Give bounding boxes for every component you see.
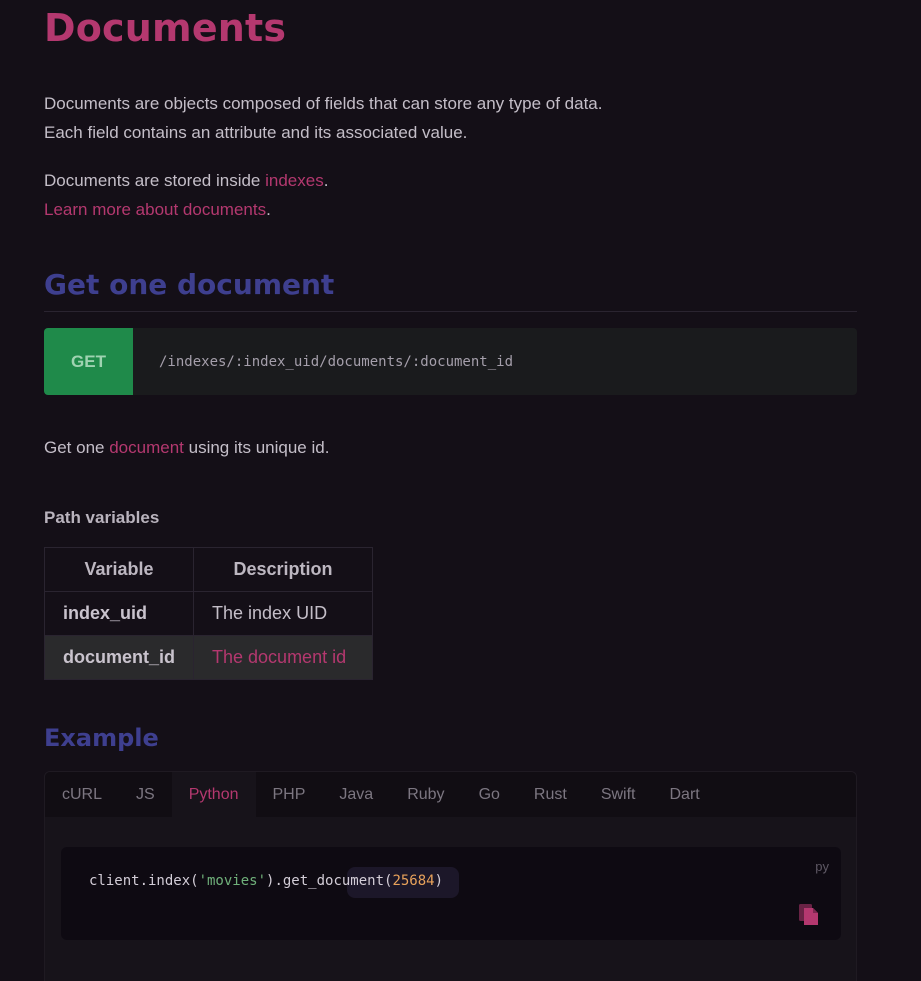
table-header-row: Variable Description bbox=[43, 547, 374, 592]
code-suffix: ) bbox=[434, 873, 444, 889]
description-cell: The index UID bbox=[193, 591, 374, 636]
code-number: 25684 bbox=[392, 873, 435, 889]
stored-prefix: Documents are stored inside bbox=[44, 171, 266, 190]
http-method-badge: GET bbox=[44, 328, 133, 395]
page-title: Documents bbox=[44, 6, 287, 50]
tab-curl[interactable]: cURL bbox=[45, 772, 119, 817]
code-string: 'movies' bbox=[198, 873, 267, 889]
tab-go[interactable]: Go bbox=[462, 772, 517, 817]
path-variables-table: Variable Description index_uid The index… bbox=[43, 547, 374, 680]
endpoint-bar: GET /indexes/:index_uid/documents/:docum… bbox=[44, 328, 857, 395]
code-middle: ).get_document( bbox=[266, 873, 393, 889]
get-one-heading: Get one document bbox=[44, 268, 335, 301]
desc-suffix: using its unique id. bbox=[183, 438, 330, 457]
column-header-description: Description bbox=[193, 547, 374, 592]
path-variables-heading: Path variables bbox=[44, 508, 160, 527]
code-block[interactable]: client.index('movies').get_document(2568… bbox=[61, 847, 841, 940]
intro-line-2: Each field contains an attribute and its… bbox=[44, 123, 468, 142]
get-one-description: Get one document using its unique id. bbox=[44, 433, 329, 462]
intro-line-1: Documents are objects composed of fields… bbox=[44, 94, 603, 113]
table-row: document_id The document id bbox=[43, 635, 374, 680]
copy-icon[interactable] bbox=[799, 901, 819, 925]
code-prefix: client.index( bbox=[89, 873, 199, 889]
example-heading: Example bbox=[44, 724, 159, 752]
stored-line: Documents are stored inside indexes. bbox=[44, 166, 328, 195]
code-line: client.index('movies').get_document(2568… bbox=[89, 873, 443, 889]
tab-python[interactable]: Python bbox=[171, 772, 256, 817]
intro-paragraph: Documents are objects composed of fields… bbox=[44, 89, 602, 147]
document-link[interactable]: document bbox=[109, 438, 184, 457]
tab-js[interactable]: JS bbox=[119, 772, 172, 817]
learn-more-link[interactable]: Learn more about documents bbox=[44, 200, 266, 219]
language-tabs: cURL JS Python PHP Java Ruby Go Rust Swi… bbox=[45, 772, 856, 817]
learn-more-line: Learn more about documents. bbox=[44, 195, 328, 224]
variable-cell: index_uid bbox=[43, 591, 195, 636]
tab-ruby[interactable]: Ruby bbox=[390, 772, 461, 817]
heading-divider bbox=[44, 311, 857, 312]
language-label: py bbox=[815, 859, 829, 874]
desc-prefix: Get one bbox=[44, 438, 110, 457]
learn-more-suffix: . bbox=[266, 200, 271, 219]
variable-cell: document_id bbox=[43, 635, 195, 680]
column-header-variable: Variable bbox=[43, 547, 195, 592]
documentation-page: Documents Documents are objects composed… bbox=[0, 0, 921, 981]
tab-php[interactable]: PHP bbox=[256, 772, 323, 817]
description-cell: The document id bbox=[193, 635, 374, 680]
code-sample-panel: cURL JS Python PHP Java Ruby Go Rust Swi… bbox=[44, 771, 857, 981]
table-row: index_uid The index UID bbox=[43, 591, 374, 636]
tab-java[interactable]: Java bbox=[322, 772, 390, 817]
tab-swift[interactable]: Swift bbox=[584, 772, 653, 817]
tab-rust[interactable]: Rust bbox=[517, 772, 584, 817]
endpoint-path: /indexes/:index_uid/documents/:document_… bbox=[159, 353, 514, 370]
stored-suffix: . bbox=[323, 171, 329, 190]
storage-paragraph: Documents are stored inside indexes. Lea… bbox=[44, 166, 328, 224]
tab-dart[interactable]: Dart bbox=[652, 772, 716, 817]
indexes-link[interactable]: indexes bbox=[265, 171, 324, 190]
